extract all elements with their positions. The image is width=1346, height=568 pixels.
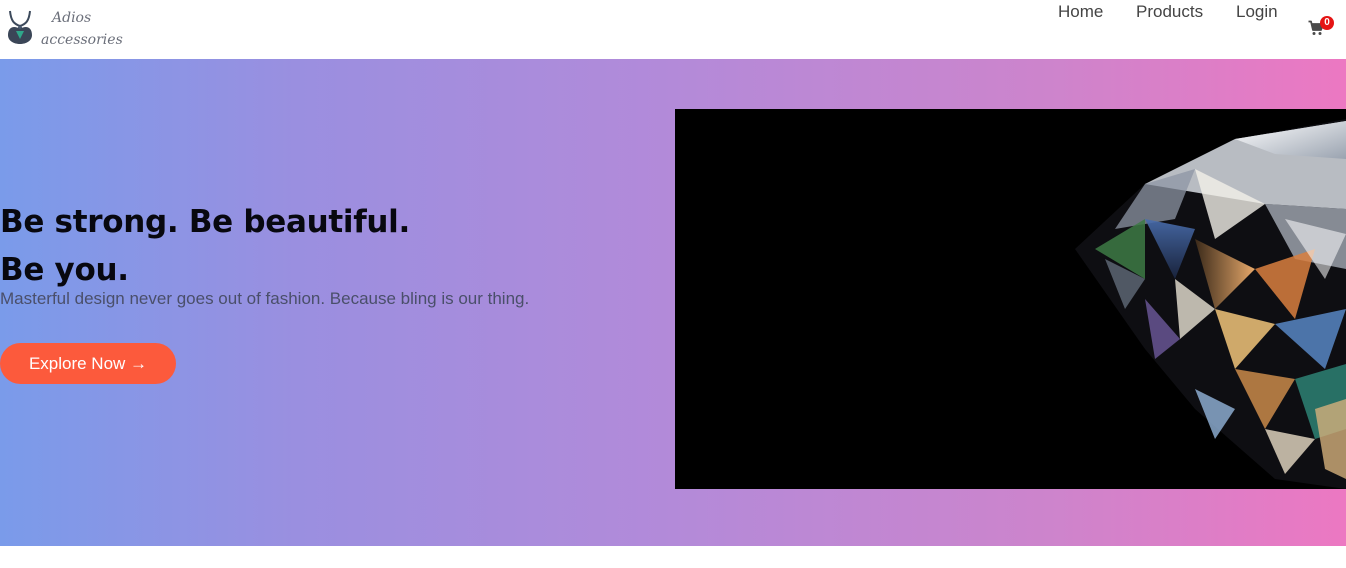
hero-title-line2: Be you. <box>0 252 129 288</box>
hero-subtitle: Masterful design never goes out of fashi… <box>0 289 530 308</box>
hero-section: Be strong. Be beautiful. Be you. Masterf… <box>0 59 1346 546</box>
necklace-icon <box>5 9 35 45</box>
nav-link-login[interactable]: Login <box>1236 0 1278 24</box>
cart-count-badge: 0 <box>1320 16 1334 30</box>
navbar: Adios accessories Home Products Login 0 <box>0 0 1346 59</box>
nav-link-home[interactable]: Home <box>1058 0 1103 24</box>
hero-title: Be strong. Be beautiful. Be you. <box>0 198 410 294</box>
brand-logo[interactable]: Adios accessories <box>5 7 123 51</box>
diamond-photo <box>675 109 1346 489</box>
brand-name-line2: accessories <box>41 32 123 48</box>
hero-title-line1: Be strong. Be beautiful. <box>0 204 410 240</box>
brand-name-line1: Adios <box>52 10 92 26</box>
explore-now-button[interactable]: Explore Now → <box>0 343 176 384</box>
page-bottom-strip <box>0 546 1346 568</box>
cart-button[interactable]: 0 <box>1308 16 1334 38</box>
brand-name: Adios accessories <box>41 7 123 51</box>
nav-link-products[interactable]: Products <box>1136 0 1203 24</box>
